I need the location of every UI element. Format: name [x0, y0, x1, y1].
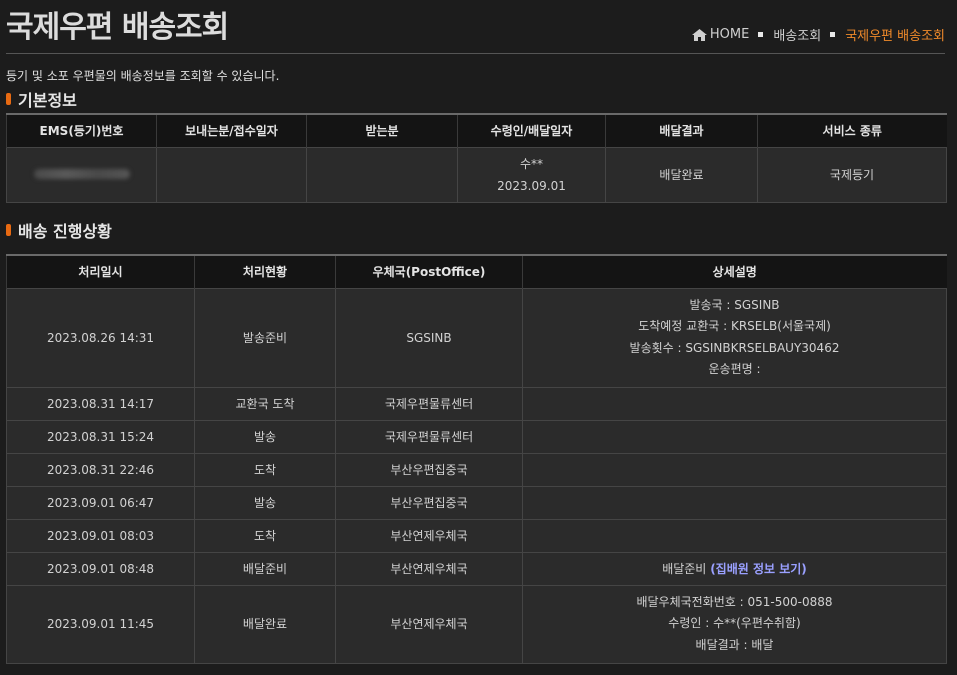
section-title-basic-info: 기본정보: [6, 87, 77, 111]
breadcrumb-current: 국제우편 배송조회: [845, 29, 945, 44]
office-cell: 부산우편집중국: [335, 485, 523, 520]
page-header: 국제우편 배송조회 HOME 배송조회 국제우편 배송조회: [0, 0, 957, 55]
detail-line: 배달우체국전화번호 : 051-500-0888: [636, 594, 833, 609]
header-divider: [6, 53, 945, 54]
details-cell: 배달우체국전화번호 : 051-500-0888 수령인 : 수**(우편수취함…: [522, 584, 947, 664]
status-cell: 발송준비: [194, 287, 336, 388]
status-cell: 발송: [194, 419, 336, 454]
datetime-cell: 2023.09.01 08:48: [6, 551, 195, 586]
office-cell: 국제우편물류센터: [335, 386, 523, 421]
office-cell: SGSINB: [335, 287, 523, 388]
breadcrumb-separator-icon: [830, 32, 836, 37]
table-row: 수** 2023.09.01 배달완료 국제등기: [6, 146, 947, 203]
tracking-number-cell: [6, 146, 157, 203]
details-cell: 배달준비 (집배원 정보 보기): [522, 551, 947, 586]
status-cell: 발송: [194, 485, 336, 520]
datetime-cell: 2023.09.01 06:47: [6, 485, 195, 520]
details-cell: 발송국 : SGSINB 도착예정 교환국 : KRSELB(서울국제) 발송횟…: [522, 287, 947, 388]
breadcrumb-separator-icon: [758, 32, 764, 37]
sender-cell: [156, 146, 307, 203]
details-cell: [522, 386, 947, 421]
office-cell: 부산연제우체국: [335, 584, 523, 664]
detail-line: 발송국 : SGSINB: [689, 297, 780, 312]
table-row: 2023.09.01 06:47 발송 부산우편집중국: [6, 485, 947, 520]
detail-line: 도착예정 교환국 : KRSELB(서울국제): [638, 319, 831, 333]
col-header-datetime: 처리일시: [6, 254, 195, 288]
table-row: 2023.09.01 08:48 배달준비 부산연제우체국 배달준비 (집배원 …: [6, 551, 947, 586]
detail-line: 발송횟수 : SGSINBKRSELBAUY30462: [629, 340, 840, 355]
table-row: 2023.08.31 15:24 발송 국제우편물류센터: [6, 419, 947, 454]
office-cell: 부산우편집중국: [335, 452, 523, 487]
table-row: 2023.09.01 11:45 배달완료 부산연제우체국 배달우체국전화번호 …: [6, 584, 947, 664]
office-cell: 국제우편물류센터: [335, 419, 523, 454]
intro-text: 등기 및 소포 우편물의 배송정보를 조회할 수 있습니다.: [6, 69, 280, 83]
status-cell: 도착: [194, 518, 336, 553]
breadcrumb: HOME 배송조회 국제우편 배송조회: [691, 25, 945, 44]
office-cell: 부산연제우체국: [335, 518, 523, 553]
details-cell: [522, 419, 947, 454]
table-row: 2023.09.01 08:03 도착 부산연제우체국: [6, 518, 947, 553]
section-title-progress: 배송 진행상황: [6, 218, 112, 242]
table-header-row: 처리일시 처리현황 우체국(PostOffice) 상세설명: [6, 254, 947, 288]
col-header-sender: 보내는분/접수일자: [156, 113, 307, 147]
detail-line: 수령인 : 수**(우편수취함): [668, 616, 801, 631]
section-bullet-icon: [6, 93, 11, 105]
col-header-result: 배달결과: [605, 113, 758, 147]
col-header-tracking-number: EMS(등기)번호: [6, 113, 157, 147]
details-cell: [522, 485, 947, 520]
page-title: 국제우편 배송조회: [6, 10, 229, 45]
section-title-label: 배송 진행상황: [18, 222, 112, 241]
breadcrumb-home-link[interactable]: HOME: [710, 27, 749, 42]
recipient-date-cell: 수** 2023.09.01: [457, 146, 606, 203]
table-row: 2023.08.31 14:17 교환국 도착 국제우편물류센터: [6, 386, 947, 421]
status-cell: 교환국 도착: [194, 386, 336, 421]
details-cell: [522, 452, 947, 487]
col-header-receiver: 받는분: [306, 113, 458, 147]
service-cell: 국제등기: [757, 146, 947, 203]
datetime-cell: 2023.08.26 14:31: [6, 287, 195, 388]
datetime-cell: 2023.09.01 08:03: [6, 518, 195, 553]
details-cell: [522, 518, 947, 553]
col-header-details: 상세설명: [522, 254, 947, 288]
section-title-label: 기본정보: [18, 91, 77, 110]
datetime-cell: 2023.09.01 11:45: [6, 584, 195, 664]
progress-table: 처리일시 처리현황 우체국(PostOffice) 상세설명 2023.08.2…: [6, 254, 947, 664]
datetime-cell: 2023.08.31 22:46: [6, 452, 195, 487]
carrier-info-link[interactable]: (집배원 정보 보기): [710, 562, 807, 576]
redacted-tracking-number: [33, 168, 130, 179]
col-header-status: 처리현황: [194, 254, 336, 288]
delivery-date: 2023.09.01: [497, 178, 566, 193]
recipient-name: 수**: [519, 156, 544, 171]
col-header-recipient-date: 수령인/배달일자: [457, 113, 606, 147]
col-header-office: 우체국(PostOffice): [335, 254, 523, 288]
detail-line: 배달결과 : 배달: [695, 637, 774, 652]
table-row: 2023.08.31 22:46 도착 부산우편집중국: [6, 452, 947, 487]
result-cell: 배달완료: [605, 146, 758, 203]
detail-text: 배달준비: [662, 561, 707, 576]
table-header-row: EMS(등기)번호 보내는분/접수일자 받는분 수령인/배달일자 배달결과 서비…: [6, 113, 947, 147]
status-cell: 배달완료: [194, 584, 336, 664]
basic-info-table: EMS(등기)번호 보내는분/접수일자 받는분 수령인/배달일자 배달결과 서비…: [6, 113, 947, 203]
table-row: 2023.08.26 14:31 발송준비 SGSINB 발송국 : SGSIN…: [6, 287, 947, 388]
receiver-cell: [306, 146, 458, 203]
office-cell: 부산연제우체국: [335, 551, 523, 586]
home-icon[interactable]: [691, 28, 707, 41]
status-cell: 배달준비: [194, 551, 336, 586]
detail-line: 운송편명 :: [708, 362, 761, 376]
datetime-cell: 2023.08.31 15:24: [6, 419, 195, 454]
section-bullet-icon: [6, 224, 11, 236]
col-header-service: 서비스 종류: [757, 113, 947, 147]
datetime-cell: 2023.08.31 14:17: [6, 386, 195, 421]
breadcrumb-tracking-link[interactable]: 배송조회: [773, 25, 821, 44]
status-cell: 도착: [194, 452, 336, 487]
